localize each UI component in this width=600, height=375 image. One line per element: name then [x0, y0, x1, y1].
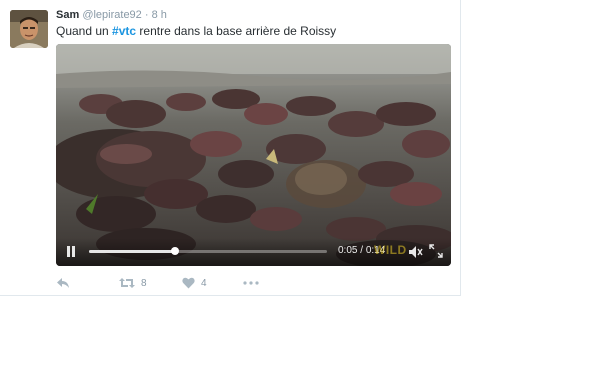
- tweet-actions: 8 4: [56, 275, 356, 291]
- video-player[interactable]: 0:05 / 0:14 WILD: [56, 44, 451, 266]
- volume-icon[interactable]: [408, 245, 424, 259]
- tweet-header: Sam @lepirate92 · 8 h: [56, 9, 167, 21]
- like-button[interactable]: 4: [182, 275, 207, 291]
- hashtag-link[interactable]: #vtc: [112, 24, 136, 38]
- like-count: 4: [201, 277, 207, 289]
- tweet-card: Sam @lepirate92 · 8 h Quand un #vtc rent…: [0, 0, 461, 296]
- author-name[interactable]: Sam: [56, 9, 79, 21]
- fullscreen-icon[interactable]: [429, 244, 443, 258]
- video-progress-bar[interactable]: [89, 247, 327, 255]
- reply-icon: [57, 278, 69, 288]
- avatar-photo: [10, 10, 48, 48]
- retweet-button[interactable]: 8: [119, 275, 147, 291]
- video-controls: 0:05 / 0:14 WILD: [56, 238, 451, 266]
- video-frame: [56, 44, 451, 266]
- tweet-timestamp[interactable]: 8 h: [152, 9, 167, 21]
- author-handle[interactable]: @lepirate92: [82, 9, 141, 21]
- time-separator: /: [360, 245, 364, 256]
- header-separator: ·: [144, 9, 149, 21]
- current-time: 0:05: [338, 245, 358, 256]
- tweet-text-before: Quand un: [56, 24, 113, 38]
- progress-scrubber-handle[interactable]: [170, 247, 179, 255]
- heart-icon: [182, 277, 195, 289]
- pause-button[interactable]: [66, 246, 78, 258]
- more-dots-icon: [243, 281, 259, 285]
- progress-fill: [89, 250, 175, 253]
- retweet-count: 8: [141, 277, 147, 289]
- retweet-icon: [119, 278, 135, 288]
- channel-watermark: WILD: [374, 243, 407, 257]
- more-button[interactable]: [243, 275, 259, 291]
- pause-icon: [67, 246, 70, 257]
- avatar[interactable]: [10, 10, 48, 48]
- tweet-text: Quand un #vtc rentre dans la base arrièr…: [56, 24, 336, 38]
- tweet-text-after: rentre dans la base arrière de Roissy: [136, 24, 337, 38]
- reply-button[interactable]: [56, 275, 70, 291]
